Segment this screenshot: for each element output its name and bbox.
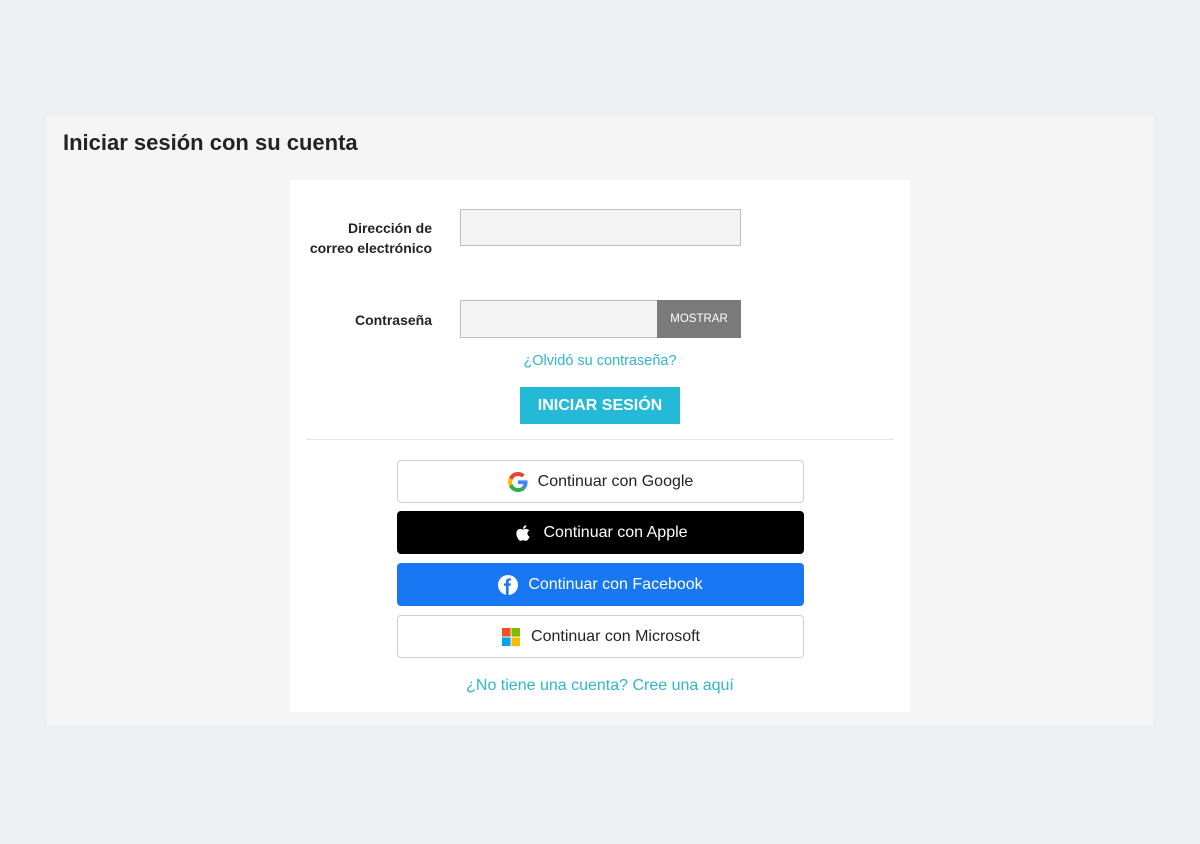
login-card: Dirección de correo electrónico Contrase…	[290, 180, 910, 712]
apple-icon	[513, 523, 533, 543]
microsoft-signin-button[interactable]: Continuar con Microsoft	[397, 615, 804, 658]
register-link[interactable]: ¿No tiene una cuenta? Cree una aquí	[466, 677, 734, 694]
forgot-password-link[interactable]: ¿Olvidó su contraseña?	[523, 353, 676, 369]
show-password-button[interactable]: MOSTRAR	[657, 300, 741, 338]
google-icon	[507, 471, 528, 492]
facebook-icon	[498, 574, 519, 595]
facebook-button-label: Continuar con Facebook	[528, 575, 703, 593]
google-button-label: Continuar con Google	[537, 472, 694, 490]
page-title: Iniciar sesión con su cuenta	[63, 130, 358, 155]
password-label: Contraseña	[354, 312, 432, 328]
password-field[interactable]	[460, 300, 657, 338]
login-panel: Iniciar sesión con su cuenta Dirección d…	[47, 116, 1153, 726]
email-field[interactable]	[460, 209, 741, 246]
apple-signin-button[interactable]: Continuar con Apple	[397, 511, 804, 554]
microsoft-icon	[501, 627, 521, 647]
register-row: ¿No tiene una cuenta? Cree una aquí	[290, 677, 910, 695]
signin-button[interactable]: INICIAR SESIÓN	[520, 387, 680, 424]
google-signin-button[interactable]: Continuar con Google	[397, 460, 804, 503]
email-label: Dirección de correo electrónico	[309, 220, 432, 256]
microsoft-button-label: Continuar con Microsoft	[531, 627, 700, 645]
password-group: MOSTRAR	[460, 300, 741, 338]
apple-button-label: Continuar con Apple	[543, 523, 688, 541]
divider	[306, 439, 894, 440]
forgot-password-row: ¿Olvidó su contraseña?	[290, 353, 910, 369]
facebook-signin-button[interactable]: Continuar con Facebook	[397, 563, 804, 606]
